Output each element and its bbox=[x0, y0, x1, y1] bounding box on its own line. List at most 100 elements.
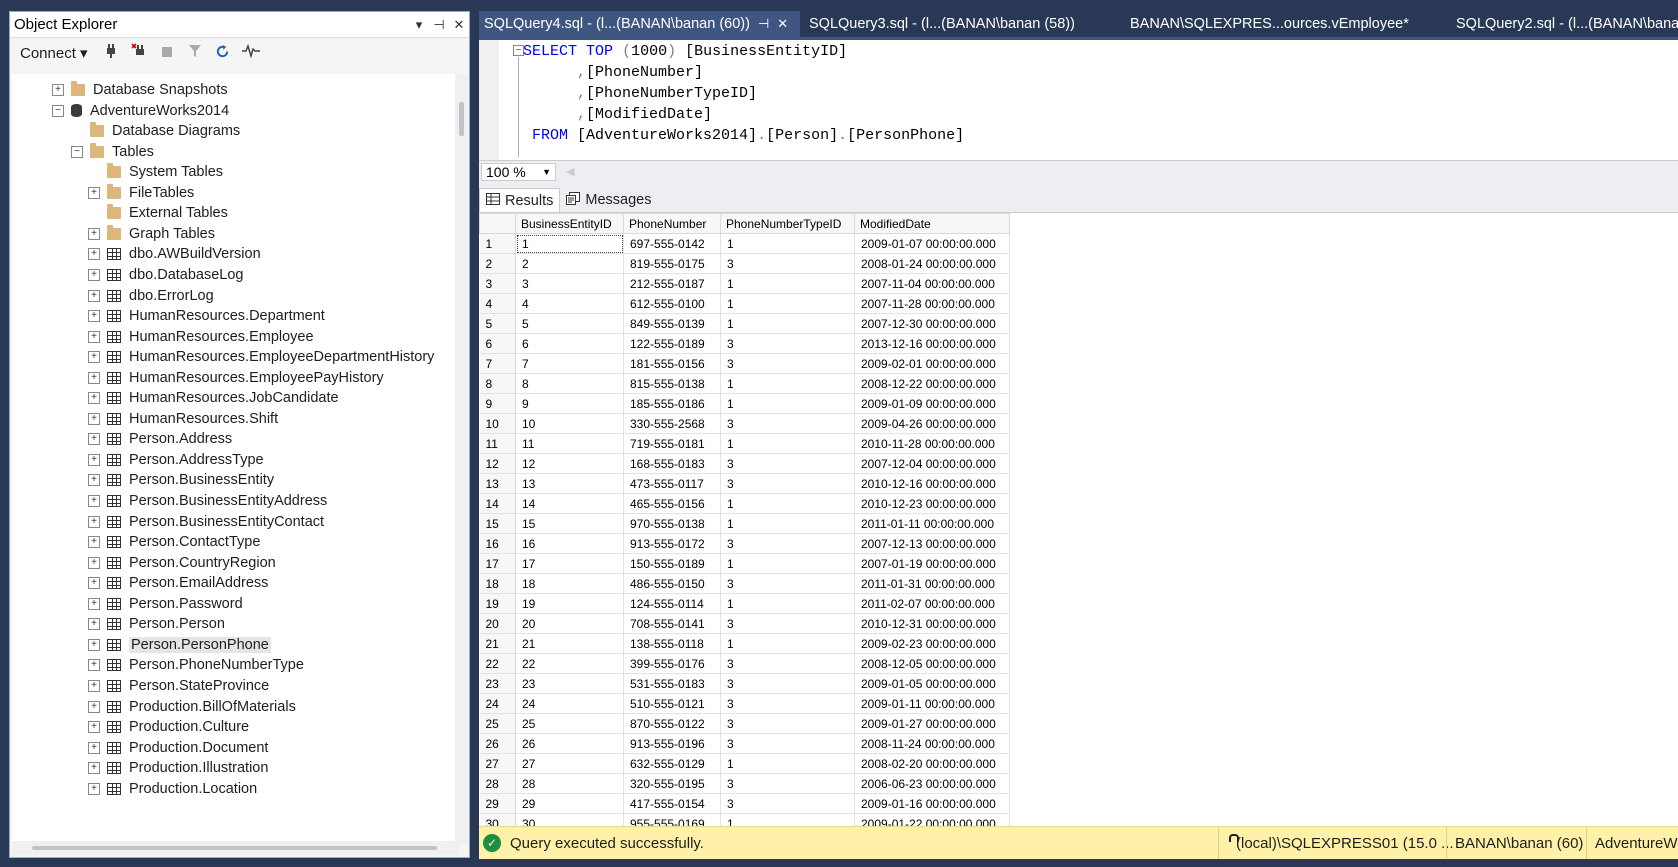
expand-icon[interactable]: + bbox=[52, 84, 64, 96]
row-number[interactable]: 28 bbox=[479, 773, 516, 794]
expand-icon[interactable]: + bbox=[88, 392, 100, 405]
expand-icon[interactable]: + bbox=[88, 289, 100, 302]
expand-icon[interactable]: + bbox=[88, 433, 100, 446]
table-cell[interactable]: 4 bbox=[515, 293, 624, 314]
expand-icon[interactable]: + bbox=[88, 721, 100, 734]
tree-node[interactable]: + FileTables bbox=[88, 182, 194, 204]
disconnect-icon[interactable] bbox=[130, 43, 148, 63]
tree-node[interactable]: + dbo.DatabaseLog bbox=[88, 264, 244, 286]
row-number[interactable]: 20 bbox=[479, 613, 516, 634]
row-number[interactable]: 17 bbox=[479, 553, 516, 574]
table-cell[interactable]: 632-555-0129 bbox=[623, 753, 721, 774]
table-cell[interactable]: 3 bbox=[720, 573, 855, 594]
table-cell[interactable]: 612-555-0100 bbox=[623, 293, 721, 314]
table-cell[interactable]: 1 bbox=[720, 513, 855, 534]
table-row[interactable]: 24 24 510-555-0121 3 2009-01-11 00:00:00.000 bbox=[479, 693, 1010, 714]
tree-node[interactable]: Database Diagrams bbox=[71, 120, 240, 142]
table-cell[interactable]: 29 bbox=[515, 793, 624, 814]
tree-node[interactable]: + Production.Illustration bbox=[88, 757, 268, 779]
table-cell[interactable]: 3 bbox=[720, 533, 855, 554]
table-cell[interactable]: 708-555-0141 bbox=[623, 613, 721, 634]
table-cell[interactable]: 320-555-0195 bbox=[623, 773, 721, 794]
table-cell[interactable]: 1 bbox=[720, 753, 855, 774]
expand-icon[interactable]: + bbox=[88, 618, 100, 631]
expand-icon[interactable]: + bbox=[88, 679, 100, 692]
table-cell[interactable]: 2013-12-16 00:00:00.000 bbox=[854, 333, 1010, 354]
table-cell[interactable]: 3 bbox=[720, 773, 855, 794]
tree-node[interactable]: + HumanResources.Shift bbox=[88, 408, 278, 430]
table-cell[interactable]: 122-555-0189 bbox=[623, 333, 721, 354]
table-cell[interactable]: 1 bbox=[515, 233, 624, 254]
table-row[interactable]: 29 29 417-555-0154 3 2009-01-16 00:00:00.000 bbox=[479, 793, 1010, 814]
tree-node[interactable]: External Tables bbox=[88, 202, 228, 224]
row-number[interactable]: 30 bbox=[479, 813, 516, 826]
table-cell[interactable]: 21 bbox=[515, 633, 624, 654]
pin-icon[interactable]: ⊣ bbox=[758, 16, 769, 32]
table-cell[interactable]: 212-555-0187 bbox=[623, 273, 721, 294]
tree-node[interactable]: System Tables bbox=[88, 161, 223, 183]
table-cell[interactable]: 3 bbox=[720, 793, 855, 814]
expand-icon[interactable]: + bbox=[88, 371, 100, 384]
expand-icon[interactable]: + bbox=[88, 515, 100, 528]
expand-icon[interactable]: + bbox=[88, 782, 100, 795]
table-cell[interactable]: 20 bbox=[515, 613, 624, 634]
column-header[interactable]: PhoneNumber bbox=[623, 213, 721, 234]
table-cell[interactable]: 1 bbox=[720, 393, 855, 414]
tree-node[interactable]: + Production.Culture bbox=[88, 716, 249, 738]
table-row[interactable]: 7 7 181-555-0156 3 2009-02-01 00:00:00.000 bbox=[479, 353, 1010, 374]
table-cell[interactable]: 1 bbox=[720, 433, 855, 454]
table-cell[interactable]: 2008-02-20 00:00:00.000 bbox=[854, 753, 1010, 774]
tree-vertical-scrollbar[interactable] bbox=[455, 74, 469, 844]
table-cell[interactable]: 1 bbox=[720, 813, 855, 826]
table-cell[interactable]: 2011-01-11 00:00:00.000 bbox=[854, 513, 1010, 534]
expand-icon[interactable]: + bbox=[88, 700, 100, 713]
table-cell[interactable]: 3 bbox=[720, 413, 855, 434]
tree-node[interactable]: + Production.Location bbox=[88, 778, 257, 800]
expand-icon[interactable]: + bbox=[88, 474, 100, 487]
column-header[interactable]: ModifiedDate bbox=[854, 213, 1010, 234]
tree-node[interactable]: + Person.PersonPhone bbox=[88, 634, 271, 656]
row-number[interactable]: 2 bbox=[479, 253, 516, 274]
collapse-icon[interactable]: − bbox=[52, 104, 64, 117]
table-row[interactable]: 14 14 465-555-0156 1 2010-12-23 00:00:00.000 bbox=[479, 493, 1010, 514]
table-row[interactable]: 25 25 870-555-0122 3 2009-01-27 00:00:00.000 bbox=[479, 713, 1010, 734]
table-cell[interactable]: 185-555-0186 bbox=[623, 393, 721, 414]
expand-icon[interactable]: + bbox=[88, 659, 100, 672]
table-cell[interactable]: 3 bbox=[720, 473, 855, 494]
table-cell[interactable]: 3 bbox=[720, 653, 855, 674]
table-cell[interactable]: 1 bbox=[720, 373, 855, 394]
row-number[interactable]: 19 bbox=[479, 593, 516, 614]
table-cell[interactable]: 2007-11-04 00:00:00.000 bbox=[854, 273, 1010, 294]
row-number-header[interactable] bbox=[479, 213, 516, 234]
table-cell[interactable]: 2011-02-07 00:00:00.000 bbox=[854, 593, 1010, 614]
row-number[interactable]: 10 bbox=[479, 413, 516, 434]
expand-icon[interactable]: + bbox=[88, 762, 100, 775]
row-number[interactable]: 22 bbox=[479, 653, 516, 674]
table-cell[interactable]: 22 bbox=[515, 653, 624, 674]
row-number[interactable]: 7 bbox=[479, 353, 516, 374]
row-number[interactable]: 12 bbox=[479, 453, 516, 474]
tree-node[interactable]: + Person.PhoneNumberType bbox=[88, 654, 304, 676]
table-cell[interactable]: 19 bbox=[515, 593, 624, 614]
table-cell[interactable]: 9 bbox=[515, 393, 624, 414]
expand-icon[interactable]: + bbox=[88, 577, 100, 590]
table-cell[interactable]: 1 bbox=[720, 553, 855, 574]
table-cell[interactable]: 849-555-0139 bbox=[623, 313, 721, 334]
tab-sqlquery4[interactable]: SQLQuery4.sql - (l...(BANAN\banan (60)) … bbox=[479, 11, 800, 37]
column-header[interactable]: PhoneNumberTypeID bbox=[720, 213, 855, 234]
table-cell[interactable]: 2009-01-27 00:00:00.000 bbox=[854, 713, 1010, 734]
table-cell[interactable]: 2008-12-22 00:00:00.000 bbox=[854, 373, 1010, 394]
table-cell[interactable]: 970-555-0138 bbox=[623, 513, 721, 534]
table-cell[interactable]: 6 bbox=[515, 333, 624, 354]
tree-node[interactable]: + Person.Address bbox=[88, 428, 232, 450]
table-cell[interactable]: 2006-06-23 00:00:00.000 bbox=[854, 773, 1010, 794]
table-cell[interactable]: 2 bbox=[515, 253, 624, 274]
table-row[interactable]: 6 6 122-555-0189 3 2013-12-16 00:00:00.000 bbox=[479, 333, 1010, 354]
table-cell[interactable]: 2010-12-31 00:00:00.000 bbox=[854, 613, 1010, 634]
table-cell[interactable]: 2009-04-26 00:00:00.000 bbox=[854, 413, 1010, 434]
tree-node[interactable]: + dbo.AWBuildVersion bbox=[88, 243, 261, 265]
table-cell[interactable]: 3 bbox=[720, 693, 855, 714]
table-cell[interactable]: 1 bbox=[720, 233, 855, 254]
connect-button[interactable]: Connect ▾ bbox=[16, 42, 92, 64]
table-row[interactable]: 18 18 486-555-0150 3 2011-01-31 00:00:00.000 bbox=[479, 573, 1010, 594]
